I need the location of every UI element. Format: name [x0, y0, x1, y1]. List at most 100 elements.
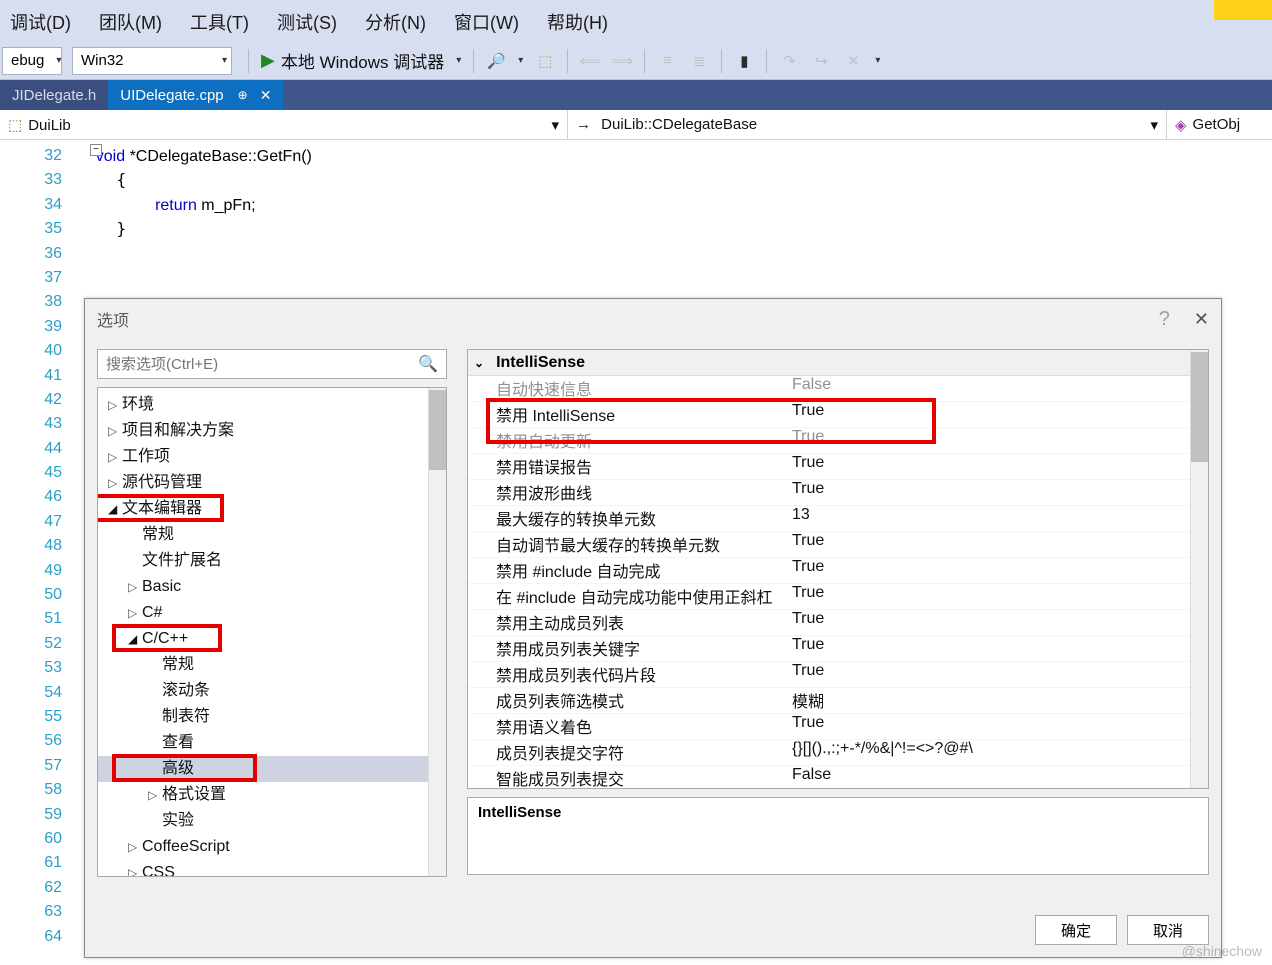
expand-closed-icon[interactable]: ▷ [108, 392, 122, 418]
step-out-icon[interactable]: ↷ [779, 51, 799, 71]
menu-tools[interactable]: 工具(T) [190, 9, 249, 35]
tree-item-basic[interactable]: ▷Basic [98, 574, 446, 600]
bookmark-icon[interactable]: ▮ [734, 51, 754, 71]
tree-item-[interactable]: 高级 [98, 756, 446, 782]
tree-item-coffeescript[interactable]: ▷CoffeeScript [98, 834, 446, 860]
tree-item-[interactable]: ◢文本编辑器 [98, 496, 446, 522]
configuration-dropdown[interactable]: ebug▾ [2, 47, 62, 75]
property-row[interactable]: 禁用 #include 自动完成True [468, 558, 1208, 584]
search-icon[interactable]: 🔍 [418, 354, 438, 374]
property-value[interactable]: 模糊 [788, 688, 1208, 713]
property-row[interactable]: 禁用成员列表关键字True [468, 636, 1208, 662]
tree-item-[interactable]: ▷环境 [98, 392, 446, 418]
expand-open-icon[interactable]: ◢ [128, 626, 142, 652]
tree-scrollbar[interactable] [428, 388, 446, 876]
play-icon[interactable]: ▶ [261, 50, 275, 71]
expand-closed-icon[interactable]: ▷ [128, 600, 142, 626]
tree-item-[interactable]: 常规 [98, 522, 446, 548]
tree-item-c[interactable]: ▷C# [98, 600, 446, 626]
indent-icon[interactable]: ⬚ [535, 51, 555, 71]
grid-scrollbar[interactable] [1190, 350, 1208, 788]
tree-item-[interactable]: ▷源代码管理 [98, 470, 446, 496]
tree-item-[interactable]: 常规 [98, 652, 446, 678]
property-value[interactable]: True [788, 428, 1208, 453]
property-value[interactable]: True [788, 480, 1208, 505]
comment-icon[interactable]: ⟸ [580, 51, 600, 71]
pin-icon[interactable]: ⊕ [238, 88, 248, 102]
property-row[interactable]: 自动快速信息False [468, 376, 1208, 402]
property-row[interactable]: 禁用波形曲线True [468, 480, 1208, 506]
search-field[interactable] [106, 356, 446, 373]
fold-toggle-icon[interactable]: − [90, 144, 102, 156]
step-in-icon[interactable]: ✕ [843, 51, 863, 71]
tree-item-css[interactable]: ▷CSS [98, 860, 446, 877]
property-row[interactable]: 智能成员列表提交False [468, 766, 1208, 789]
property-row[interactable]: 成员列表提交字符{}[]().,:;+-*/%&|^!=<>?@#\ [468, 740, 1208, 766]
tree-item-[interactable]: 文件扩展名 [98, 548, 446, 574]
tree-item-[interactable]: 滚动条 [98, 678, 446, 704]
property-value[interactable]: True [788, 636, 1208, 661]
menu-help[interactable]: 帮助(H) [547, 9, 608, 35]
menu-team[interactable]: 团队(M) [99, 9, 162, 35]
scope-dropdown[interactable]: ⬚DuiLib ▾ [0, 110, 568, 140]
property-value[interactable]: False [788, 766, 1208, 789]
menu-analyze[interactable]: 分析(N) [365, 9, 426, 35]
menu-debug[interactable]: 调试(D) [10, 9, 71, 35]
member-dropdown[interactable]: ◈GetObj [1167, 110, 1272, 140]
expand-closed-icon[interactable]: ▷ [128, 860, 142, 877]
property-grid[interactable]: ⌄ IntelliSense 自动快速信息False禁用 IntelliSens… [467, 349, 1209, 789]
close-icon[interactable]: ✕ [260, 87, 272, 104]
menu-window[interactable]: 窗口(W) [454, 9, 519, 35]
tab-uidelegate-h[interactable]: JIDelegate.h [0, 80, 108, 110]
expand-closed-icon[interactable]: ▷ [128, 574, 142, 600]
menu-test[interactable]: 测试(S) [277, 9, 337, 35]
tree-item-[interactable]: 制表符 [98, 704, 446, 730]
property-value[interactable]: True [788, 532, 1208, 557]
property-row[interactable]: 自动调节最大缓存的转换单元数True [468, 532, 1208, 558]
options-tree[interactable]: ▷环境▷项目和解决方案▷工作项▷源代码管理◢文本编辑器常规文件扩展名▷Basic… [97, 387, 447, 877]
tree-item-[interactable]: ▷工作项 [98, 444, 446, 470]
expand-closed-icon[interactable]: ▷ [108, 444, 122, 470]
uncomment-icon[interactable]: ⟹ [612, 51, 632, 71]
step-over-icon[interactable]: ↪ [811, 51, 831, 71]
caret-down-icon[interactable]: ▾ [456, 55, 461, 66]
property-row[interactable]: 最大缓存的转换单元数13 [468, 506, 1208, 532]
tree-item-[interactable]: ▷项目和解决方案 [98, 418, 446, 444]
options-search-input[interactable]: 🔍 [97, 349, 447, 379]
property-value[interactable]: 13 [788, 506, 1208, 531]
property-row[interactable]: 禁用语义着色True [468, 714, 1208, 740]
close-icon[interactable]: ✕ [1194, 309, 1209, 330]
property-value[interactable]: {}[]().,:;+-*/%&|^!=<>?@#\ [788, 740, 1208, 765]
class-dropdown[interactable]: → DuiLib::CDelegateBase ▾ [568, 110, 1167, 140]
tab-uidelegate-cpp[interactable]: UIDelegate.cpp ⊕ ✕ [108, 80, 283, 110]
tree-item-[interactable]: ▷格式设置 [98, 782, 446, 808]
tree-item-[interactable]: 实验 [98, 808, 446, 834]
property-value[interactable]: False [788, 376, 1208, 401]
tree-item-cc[interactable]: ◢C/C++ [98, 626, 446, 652]
outdent-icon[interactable]: ≡ [657, 51, 677, 71]
property-value[interactable]: True [788, 558, 1208, 583]
expand-closed-icon[interactable]: ▷ [128, 834, 142, 860]
find-icon[interactable]: 🔎 [486, 51, 506, 71]
property-value[interactable]: True [788, 610, 1208, 635]
property-value[interactable]: True [788, 584, 1208, 609]
ok-button[interactable]: 确定 [1035, 915, 1117, 945]
property-row[interactable]: 成员列表筛选模式模糊 [468, 688, 1208, 714]
property-category-header[interactable]: ⌄ IntelliSense [468, 350, 1208, 376]
help-icon[interactable]: ? [1159, 308, 1170, 331]
indent2-icon[interactable]: ≣ [689, 51, 709, 71]
tree-item-[interactable]: 查看 [98, 730, 446, 756]
cancel-button[interactable]: 取消 [1127, 915, 1209, 945]
property-row[interactable]: 禁用成员列表代码片段True [468, 662, 1208, 688]
property-value[interactable]: True [788, 662, 1208, 687]
expand-closed-icon[interactable]: ▷ [148, 782, 162, 808]
property-value[interactable]: True [788, 402, 1208, 427]
caret-down-icon[interactable]: ▾ [875, 55, 880, 66]
platform-dropdown[interactable]: Win32▾ [72, 47, 232, 75]
property-row[interactable]: 禁用主动成员列表True [468, 610, 1208, 636]
caret-down-icon[interactable]: ▾ [518, 55, 523, 66]
property-row[interactable]: 在 #include 自动完成功能中使用正斜杠True [468, 584, 1208, 610]
expand-closed-icon[interactable]: ▷ [108, 418, 122, 444]
property-row[interactable]: 禁用自动更新True [468, 428, 1208, 454]
chevron-down-icon[interactable]: ⌄ [474, 356, 484, 370]
